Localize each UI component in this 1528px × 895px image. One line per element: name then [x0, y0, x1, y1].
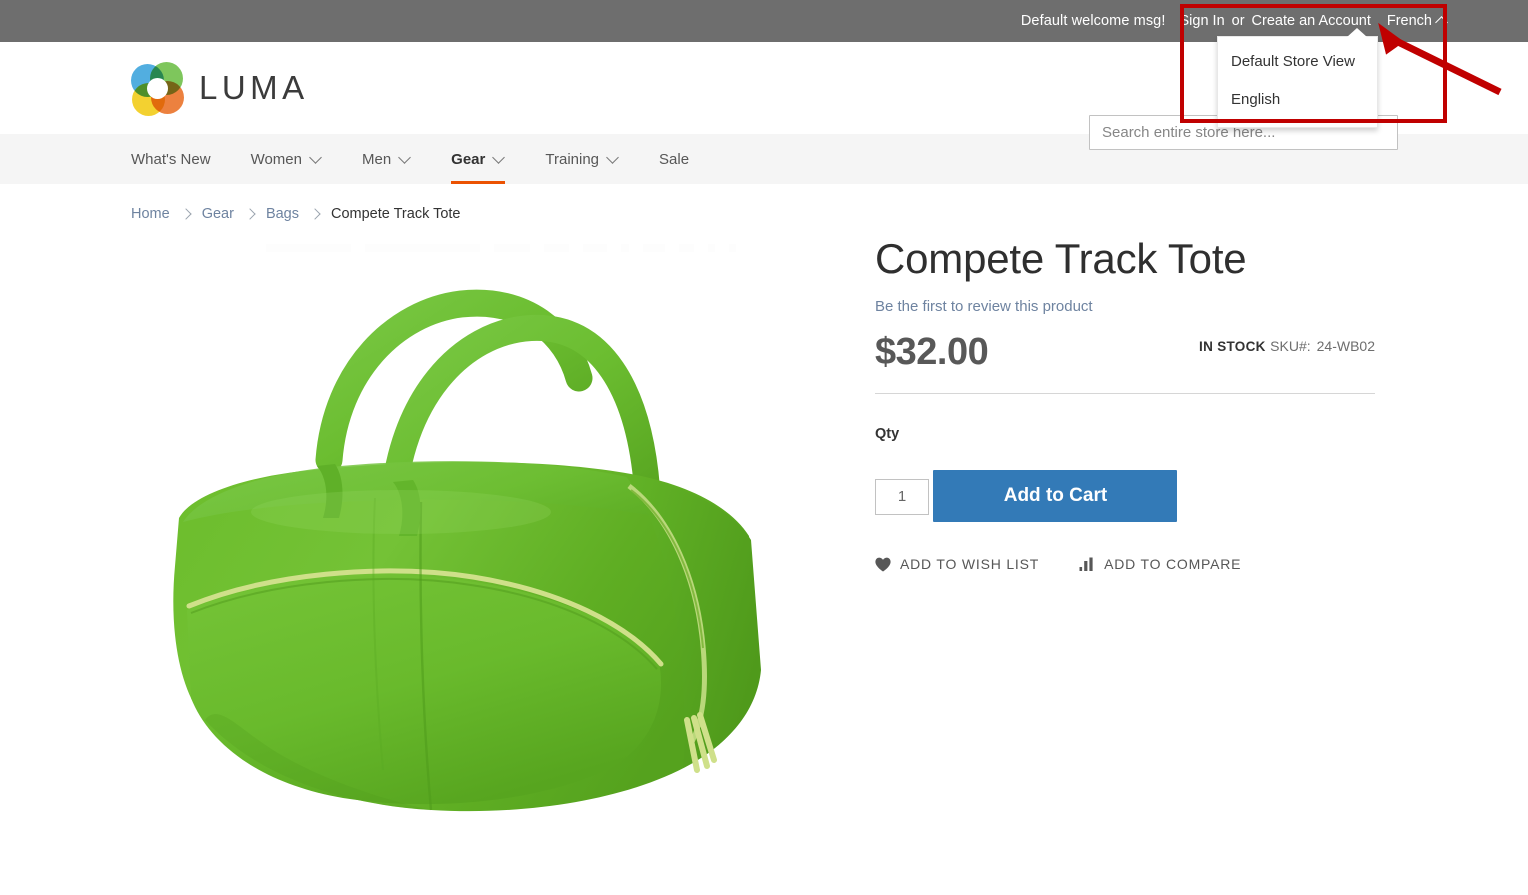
add-to-cart-button[interactable]: Add to Cart — [933, 470, 1178, 523]
add-to-compare-link[interactable]: ADD TO COMPARE — [1079, 556, 1241, 572]
wishlist-label: ADD TO WISH LIST — [900, 556, 1040, 573]
chevron-right-icon — [246, 210, 254, 218]
logo[interactable]: LUMA — [131, 62, 309, 116]
product-image[interactable] — [131, 250, 831, 870]
nav-item-gear[interactable]: Gear — [431, 134, 525, 184]
status-badge: IN STOCK — [1199, 339, 1266, 355]
nav-label: What's New — [131, 150, 211, 168]
logo-center-hole — [147, 78, 168, 99]
language-switcher-dropdown[interactable]: Default Store View English — [1217, 28, 1378, 128]
quantity-stepper[interactable] — [875, 478, 929, 515]
logo-wordmark: LUMA — [199, 69, 309, 106]
compare-label: ADD TO COMPARE — [1104, 556, 1242, 573]
nav-item-women[interactable]: Women — [231, 134, 342, 184]
qty-label: Qty — [875, 426, 900, 443]
chevron-down-icon — [400, 152, 411, 163]
nav-item-whats-new[interactable]: What's New — [131, 134, 231, 184]
nav-list: What's New Women Men Gear Training Sale — [131, 134, 709, 184]
product-bag-illustration — [173, 289, 761, 812]
review-link[interactable]: Be the first to review this product — [875, 298, 1093, 315]
nav-label: Gear — [451, 150, 486, 168]
nav-item-sale[interactable]: Sale — [639, 134, 709, 184]
breadcrumb-item-bags[interactable]: Bags — [266, 206, 299, 222]
welcome-message: Default welcome msg! — [1020, 13, 1166, 29]
language-option-english[interactable]: English — [1218, 81, 1377, 119]
or-separator: or — [1231, 13, 1245, 29]
language-switcher[interactable]: French — [1387, 13, 1448, 29]
chevron-down-icon — [494, 152, 505, 163]
luma-logo-icon — [131, 62, 184, 116]
chevron-right-icon — [311, 210, 319, 218]
sku-value: 24-WB02 — [1316, 338, 1375, 355]
heart-icon — [875, 557, 891, 572]
chevron-up-icon — [1437, 15, 1448, 26]
add-to-wish-list-link[interactable]: ADD TO WISH LIST — [875, 556, 1039, 572]
sign-in-link[interactable]: Sign In — [1179, 13, 1224, 29]
page-root: Default welcome msg! Sign In or Create a… — [0, 0, 1528, 895]
product-info-panel: Compete Track Tote Be the first to revie… — [875, 235, 1375, 572]
nav-active-underline — [451, 181, 506, 184]
breadcrumb: Home Gear Bags Compete Track Tote — [131, 206, 461, 222]
chevron-down-icon — [608, 152, 619, 163]
stock-info: IN STOCK SKU#: 24-WB02 — [1199, 333, 1375, 356]
page-title: Compete Track Tote — [875, 235, 1247, 282]
product-social-links: ADD TO WISH LIST ADD TO COMPARE — [875, 556, 1375, 572]
nav-label: Training — [545, 150, 600, 168]
breadcrumb-item-current: Compete Track Tote — [331, 206, 461, 222]
price-stock-row: $32.00 IN STOCK SKU#: 24-WB02 — [875, 331, 1375, 395]
sku-line: SKU#: 24-WB02 — [1270, 338, 1375, 354]
language-option-default-store-view[interactable]: Default Store View — [1218, 43, 1377, 81]
chevron-down-icon — [311, 152, 322, 163]
nav-item-training[interactable]: Training — [525, 134, 639, 184]
nav-label: Sale — [659, 150, 690, 168]
breadcrumb-item-gear[interactable]: Gear — [202, 206, 234, 222]
chevron-right-icon — [182, 210, 190, 218]
compare-bar-chart-icon — [1079, 557, 1093, 572]
create-account-link[interactable]: Create an Account — [1252, 13, 1371, 29]
language-switcher-label: French — [1386, 13, 1432, 29]
breadcrumb-item-home[interactable]: Home — [131, 206, 170, 222]
nav-label: Women — [250, 150, 302, 168]
product-price: $32.00 — [875, 331, 989, 374]
sku-label: SKU#: — [1270, 338, 1311, 355]
nav-item-men[interactable]: Men — [342, 134, 431, 184]
nav-label: Men — [361, 150, 392, 168]
